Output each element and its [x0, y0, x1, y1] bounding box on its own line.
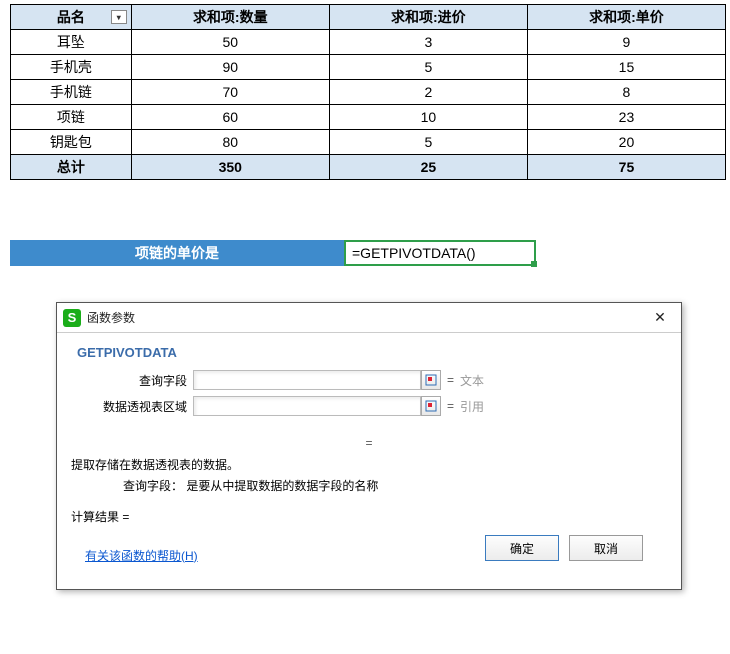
- cell-price: 9: [527, 30, 725, 55]
- app-icon: S: [63, 309, 81, 327]
- param-row-pivot-table: 数据透视表区域 = 引用: [71, 394, 667, 418]
- cell-name: 手机壳: [11, 55, 132, 80]
- function-name: GETPIVOTDATA: [77, 345, 667, 360]
- dialog-footer: 有关该函数的帮助(H) 确定 取消: [71, 535, 667, 575]
- total-qty: 350: [131, 155, 329, 180]
- param-label: 数据透视表区域: [71, 398, 193, 415]
- equals-sign: =: [447, 399, 454, 413]
- table-row[interactable]: 耳坠 50 3 9: [11, 30, 726, 55]
- range-picker-button[interactable]: [421, 396, 441, 416]
- pivot-header-qty[interactable]: 求和项:数量: [131, 5, 329, 30]
- cell-name: 耳坠: [11, 30, 132, 55]
- param-row-data-field: 查询字段 = 文本: [71, 368, 667, 392]
- cell-cost: 5: [329, 130, 527, 155]
- table-row[interactable]: 项链 60 10 23: [11, 105, 726, 130]
- close-button[interactable]: ✕: [645, 307, 675, 329]
- cell-cost: 2: [329, 80, 527, 105]
- range-picker-icon: [425, 400, 437, 412]
- cell-name: 钥匙包: [11, 130, 132, 155]
- cell-cost: 10: [329, 105, 527, 130]
- cancel-button[interactable]: 取消: [569, 535, 643, 561]
- pivot-header-price[interactable]: 求和项:单价: [527, 5, 725, 30]
- param-label: 查询字段: [71, 372, 193, 389]
- cell-qty: 70: [131, 80, 329, 105]
- cell-qty: 50: [131, 30, 329, 55]
- function-description: 提取存储在数据透视表的数据。: [71, 456, 667, 473]
- close-icon: ✕: [654, 309, 666, 326]
- range-picker-button[interactable]: [421, 370, 441, 390]
- cell-qty: 80: [131, 130, 329, 155]
- equals-sign: =: [447, 373, 454, 387]
- pivot-body: 耳坠 50 3 9 手机壳 90 5 15 手机链 70 2 8 项链 60 1…: [11, 30, 726, 155]
- cell-cost: 3: [329, 30, 527, 55]
- table-row[interactable]: 手机壳 90 5 15: [11, 55, 726, 80]
- table-row[interactable]: 手机链 70 2 8: [11, 80, 726, 105]
- question-label: 项链的单价是: [10, 240, 344, 266]
- dialog-body: GETPIVOTDATA 查询字段 = 文本 数据透视表区域 = 引用 = 提取…: [57, 333, 681, 589]
- table-row[interactable]: 钥匙包 80 5 20: [11, 130, 726, 155]
- help-link[interactable]: 有关该函数的帮助(H): [85, 547, 198, 564]
- cell-price: 23: [527, 105, 725, 130]
- cell-qty: 60: [131, 105, 329, 130]
- calc-result-label: 计算结果 =: [71, 508, 667, 525]
- cell-qty: 90: [131, 55, 329, 80]
- param-input-pivot-table[interactable]: [193, 396, 421, 416]
- function-arguments-dialog: S 函数参数 ✕ GETPIVOTDATA 查询字段 = 文本 数据透视表区域 …: [56, 302, 682, 590]
- range-picker-icon: [425, 374, 437, 386]
- pivot-total-row[interactable]: 总计 350 25 75: [11, 155, 726, 180]
- cell-price: 15: [527, 55, 725, 80]
- cell-price: 8: [527, 80, 725, 105]
- pivot-header-cost[interactable]: 求和项:进价: [329, 5, 527, 30]
- param-hint: 文本: [460, 372, 484, 389]
- ok-button[interactable]: 确定: [485, 535, 559, 561]
- total-label: 总计: [11, 155, 132, 180]
- param-hint: 引用: [460, 398, 484, 415]
- dialog-title: 函数参数: [87, 309, 645, 326]
- formula-row: 项链的单价是 =GETPIVOTDATA(): [10, 240, 730, 266]
- total-price: 75: [527, 155, 725, 180]
- dialog-titlebar[interactable]: S 函数参数 ✕: [57, 303, 681, 333]
- dropdown-icon[interactable]: ▾: [111, 10, 127, 24]
- pivot-header-name[interactable]: 品名 ▾: [11, 5, 132, 30]
- cell-price: 20: [527, 130, 725, 155]
- cell-cost: 5: [329, 55, 527, 80]
- pivot-table: 品名 ▾ 求和项:数量 求和项:进价 求和项:单价 耳坠 50 3 9 手机壳 …: [10, 4, 726, 180]
- active-formula-cell[interactable]: =GETPIVOTDATA(): [344, 240, 536, 266]
- total-cost: 25: [329, 155, 527, 180]
- param-description: 查询字段： 是要从中提取数据的数据字段的名称: [123, 477, 667, 494]
- pivot-header-label: 品名: [57, 9, 85, 25]
- param-input-data-field[interactable]: [193, 370, 421, 390]
- cell-name: 项链: [11, 105, 132, 130]
- result-preview-eq: =: [71, 436, 667, 450]
- cell-name: 手机链: [11, 80, 132, 105]
